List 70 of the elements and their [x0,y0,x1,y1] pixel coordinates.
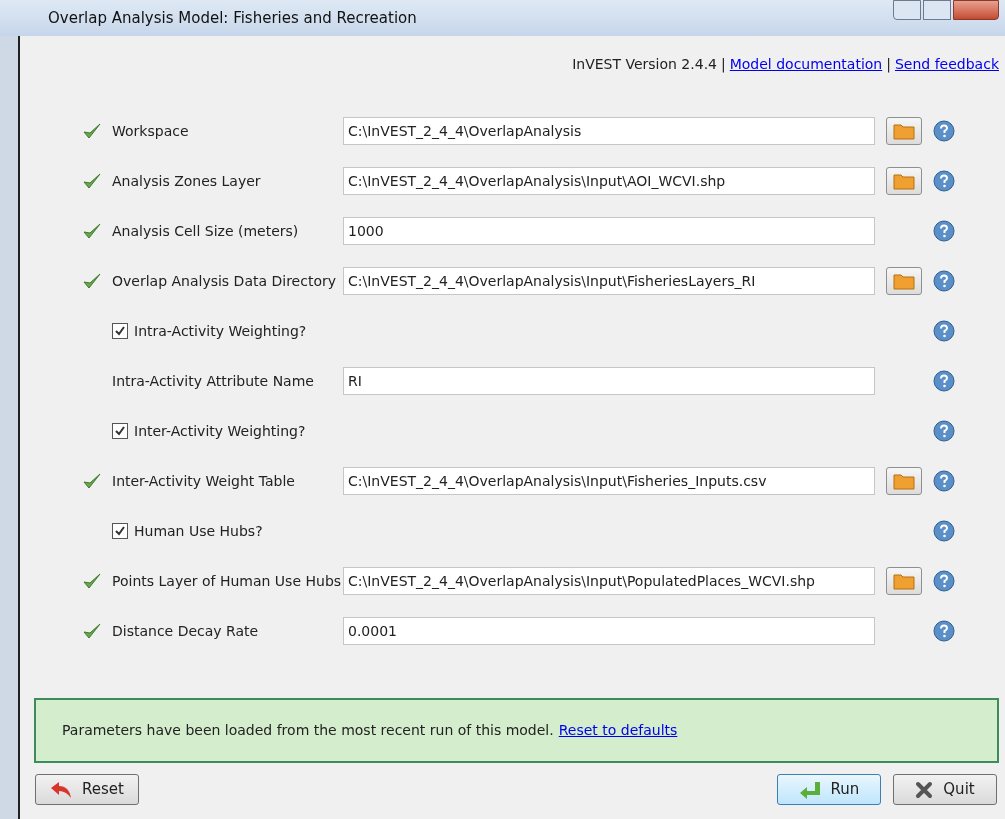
header-link[interactable]: Model documentation [729,54,883,92]
checkbox[interactable] [112,523,128,539]
folder-icon [893,572,915,590]
checkmark-icon [82,121,102,141]
back-arrow-icon [50,780,73,799]
checkmark-icon [82,271,102,291]
folder-icon [893,472,915,490]
help-icon[interactable] [933,120,955,142]
browse-folder-button[interactable] [886,267,922,295]
input-field[interactable]: C:\InVEST_2_4_4\OverlapAnalysis [343,117,875,145]
help-icon[interactable] [933,370,955,392]
field-label: Inter-Activity Weighting? [134,421,306,441]
input-field[interactable]: C:\InVEST_2_4_4\OverlapAnalysis\Input\Fisheries_Inputs.csv [343,467,875,495]
separator-text: | [886,55,891,75]
checkmark-icon [82,621,102,641]
field-label: Intra-Activity Attribute Name [112,373,314,389]
folder-icon [893,122,915,140]
checkmark-icon [114,425,126,437]
checkbox[interactable] [112,323,128,339]
enter-arrow-icon [798,780,821,799]
field-label: Overlap Analysis Data Directory [112,273,336,289]
field-label: Human Use Hubs? [134,521,263,541]
browse-folder-button[interactable] [886,467,922,495]
field-label: Points Layer of Human Use Hubs [112,573,342,589]
checkmark-icon [114,525,126,537]
help-icon[interactable] [933,270,955,292]
help-icon[interactable] [933,320,955,342]
help-icon[interactable] [933,470,955,492]
field-label: Analysis Zones Layer [112,173,261,189]
browse-folder-button[interactable] [886,567,922,595]
checkmark-icon [82,221,102,241]
reset-button[interactable]: Reset [35,774,139,805]
message-text: Parameters have been loaded from the most recent run of this model. [62,721,554,740]
input-field[interactable]: C:\InVEST_2_4_4\OverlapAnalysis\Input\PopulatedPlaces_WCVI.shp [343,567,875,595]
folder-icon [893,272,915,290]
minimize-button[interactable] [893,0,921,20]
checkmark-icon [82,471,102,491]
header-link[interactable]: Send feedback [894,54,999,92]
folder-icon [893,172,915,190]
reset-defaults-link[interactable]: Reset to defaults [558,720,678,741]
field-label: Inter-Activity Weight Table [112,473,295,489]
checkbox[interactable] [112,423,128,439]
quit-button[interactable]: Quit [893,774,997,805]
help-icon[interactable] [933,420,955,442]
help-icon[interactable] [933,520,955,542]
maximize-button[interactable] [923,0,951,20]
help-icon[interactable] [933,170,955,192]
input-field[interactable]: RI [343,367,875,395]
input-field[interactable]: 1000 [343,217,875,245]
input-field[interactable]: C:\InVEST_2_4_4\OverlapAnalysis\Input\AOI_WCVI.shp [343,167,875,195]
help-icon[interactable] [933,620,955,642]
field-label: Distance Decay Rate [112,623,259,639]
checkmark-icon [82,171,102,191]
help-icon[interactable] [933,220,955,242]
close-icon [915,780,934,799]
checkmark-icon [114,325,126,337]
run-button[interactable]: Run [777,774,881,805]
window-title: Overlap Analysis Model: Fisheries and Recreation [48,7,417,29]
help-icon[interactable] [933,570,955,592]
browse-folder-button[interactable] [886,117,922,145]
browse-folder-button[interactable] [886,167,922,195]
field-label: Analysis Cell Size (meters) [112,223,299,239]
field-label: Intra-Activity Weighting? [134,321,307,341]
field-label: Workspace [112,123,189,139]
separator-text: | [721,55,726,75]
version-text: InVEST Version 2.4.4 [572,55,717,74]
input-field[interactable]: 0.0001 [343,617,875,645]
close-button[interactable] [953,0,999,20]
input-field[interactable]: C:\InVEST_2_4_4\OverlapAnalysis\Input\FisheriesLayers_RI [343,267,875,295]
checkmark-icon [82,571,102,591]
